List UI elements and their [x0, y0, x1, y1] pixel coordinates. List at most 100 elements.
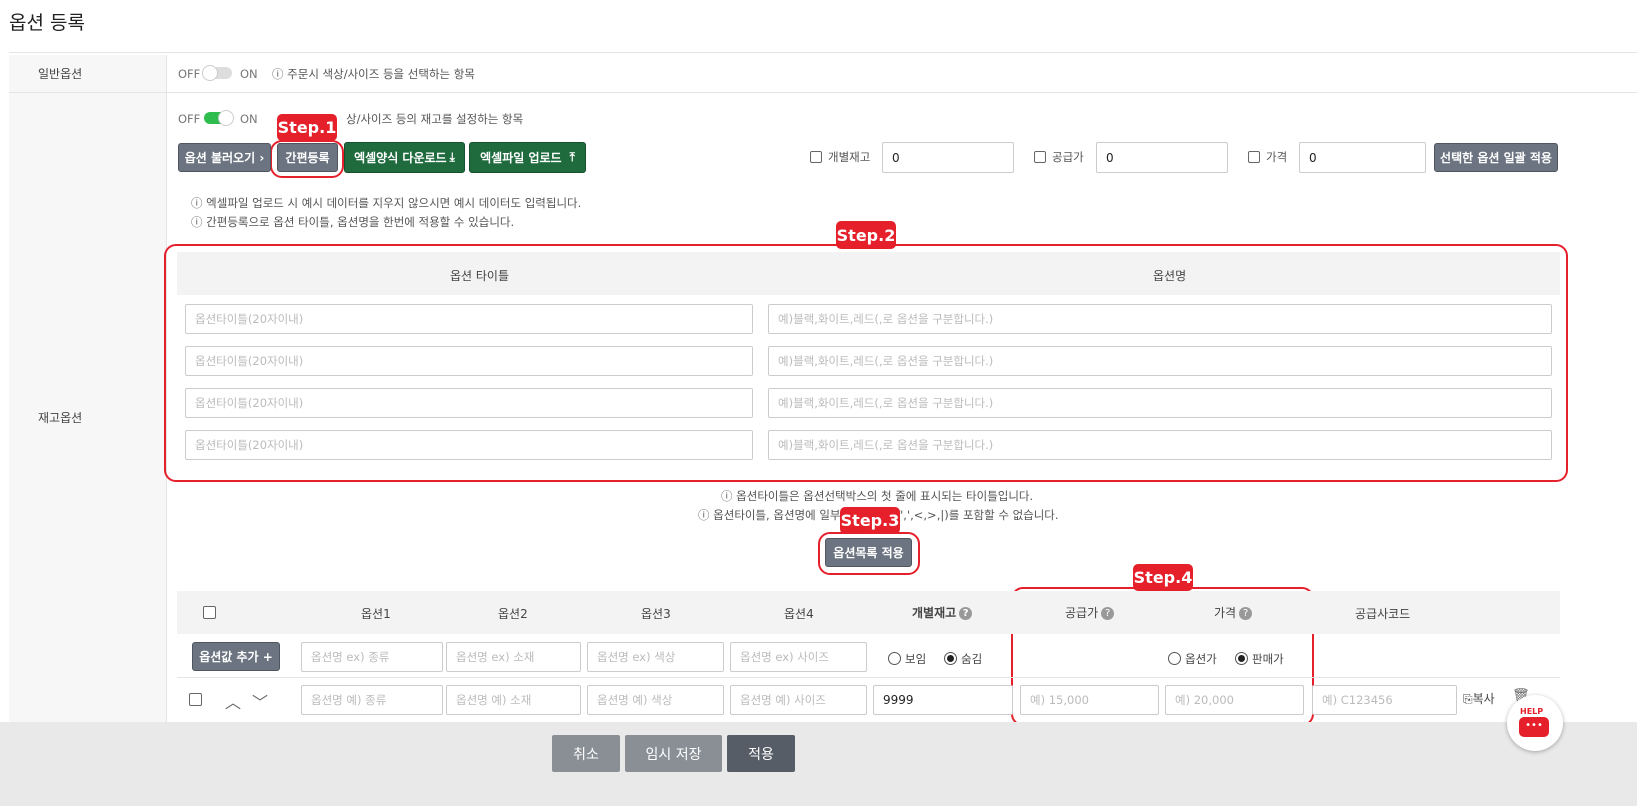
- col-option-title: 옵션 타이틀: [450, 269, 510, 283]
- help-icon[interactable]: ?: [1239, 607, 1253, 620]
- general-option-description: ⓘ 주문시 색상/사이즈 등을 선택하는 항목: [272, 67, 475, 81]
- stock-off-label: OFF: [178, 112, 201, 126]
- header-price-label: 가격: [1214, 606, 1237, 620]
- select-all-checkbox[interactable]: [203, 606, 216, 619]
- apply-option-list-button[interactable]: 옵션목록 적용: [825, 538, 912, 567]
- excel-download-button[interactable]: 엑셀양식 다운로드 ⤓: [344, 142, 465, 173]
- quick-register-button[interactable]: 간편등록: [277, 143, 338, 172]
- general-option-toggle[interactable]: [202, 65, 232, 81]
- general-on-label: ON: [240, 67, 258, 81]
- option-title-input[interactable]: 옵션타이틀(20자이내): [185, 430, 753, 460]
- stock-option-description: 상/사이즈 등의 재고를 설정하는 항목: [346, 112, 524, 126]
- page-title: 옵션 등록: [9, 12, 85, 34]
- row-option4-input[interactable]: 옵션명 예) 사이즈: [730, 685, 867, 715]
- toggle-knob: [218, 110, 234, 126]
- header-option2: 옵션2: [498, 607, 528, 621]
- help-icon[interactable]: ?: [1101, 607, 1115, 620]
- stock-show-radio[interactable]: [888, 652, 901, 665]
- row-supplier-code-input[interactable]: 예) C123456: [1312, 685, 1457, 715]
- divider: [9, 52, 1637, 53]
- sale-price-label: 판매가: [1252, 652, 1284, 666]
- option-name-input[interactable]: 예)블랙,화이트,레드(,로 옵션을 구분합니다.): [768, 388, 1552, 418]
- row-option2-input[interactable]: 옵션명 예) 소재: [446, 685, 581, 715]
- option-title-input[interactable]: 옵션타이틀(20자이내): [185, 346, 753, 376]
- help-button[interactable]: HELP •••: [1507, 695, 1563, 751]
- col-option-name: 옵션명: [1153, 269, 1187, 283]
- add-option-value-button[interactable]: 옵션값 추가 +: [192, 642, 280, 671]
- quick-table-header: [177, 252, 1560, 295]
- option3-name-input[interactable]: 옵션명 ex) 색상: [587, 642, 724, 672]
- label-column: [9, 55, 167, 755]
- header-supplier-code: 공급사코드: [1355, 607, 1411, 621]
- stock-option-toggle[interactable]: [204, 110, 234, 126]
- header-supply-price: 공급가?: [1065, 604, 1115, 621]
- step1-badge: Step.1: [277, 114, 337, 141]
- toggle-knob: [202, 65, 218, 81]
- header-individual-stock: 개별재고?: [912, 604, 973, 621]
- upload-icon: ⤒: [569, 150, 575, 164]
- price-checkbox[interactable]: [1248, 151, 1260, 163]
- option-title-input[interactable]: 옵션타이틀(20자이내): [185, 388, 753, 418]
- load-options-button[interactable]: 옵션 불러오기 ›: [178, 143, 271, 172]
- quick-note: ⓘ 간편등록으로 옵션 타이틀, 옵션명을 한번에 적용할 수 있습니다.: [191, 215, 515, 229]
- chat-icon: •••: [1519, 717, 1549, 737]
- special-char-note-left: ⓘ 옵션타이틀, 옵션명에 일부: [698, 508, 841, 522]
- footer-bar: [0, 722, 1637, 806]
- option1-name-input[interactable]: 옵션명 ex) 종류: [301, 642, 443, 672]
- header-individual-stock-label: 개별재고: [912, 606, 957, 620]
- row-supply-price-input[interactable]: 예) 15,000: [1020, 685, 1159, 715]
- row-option1-input[interactable]: 옵션명 예) 종류: [301, 685, 443, 715]
- help-icon[interactable]: ?: [959, 607, 973, 620]
- row-stock-input[interactable]: 9999: [873, 685, 1013, 715]
- stock-hide-radio[interactable]: [944, 652, 957, 665]
- header-price: 가격?: [1214, 604, 1253, 621]
- individual-stock-label: 개별재고: [828, 150, 871, 164]
- copy-label: 복사: [1472, 692, 1495, 706]
- apply-bulk-button[interactable]: 선택한 옵션 일괄 적용: [1434, 143, 1558, 172]
- price-label: 가격: [1266, 150, 1288, 164]
- title-note: ⓘ 옵션타이틀은 옵션선택박스의 첫 줄에 표시되는 타이틀입니다.: [721, 489, 1034, 503]
- excel-upload-button[interactable]: 엑셀파일 업로드 ⤒: [469, 142, 586, 173]
- stock-on-label: ON: [240, 112, 258, 126]
- individual-stock-checkbox[interactable]: [810, 151, 822, 163]
- step3-badge: Step.3: [840, 507, 900, 534]
- move-down-icon[interactable]: ﹀: [252, 689, 268, 713]
- header-supply-price-label: 공급가: [1065, 606, 1099, 620]
- option4-name-input[interactable]: 옵션명 ex) 사이즈: [730, 642, 867, 672]
- special-char-note-right: ",',<,>,|)를 포함할 수 없습니다.: [898, 508, 1059, 522]
- row-checkbox[interactable]: [189, 693, 202, 706]
- row-option3-input[interactable]: 옵션명 예) 색상: [587, 685, 724, 715]
- copy-icon: ⎘: [1463, 692, 1473, 706]
- option-price-radio[interactable]: [1168, 652, 1181, 665]
- option2-name-input[interactable]: 옵션명 ex) 소재: [446, 642, 581, 672]
- header-option3: 옵션3: [641, 607, 671, 621]
- option-name-input[interactable]: 예)블랙,화이트,레드(,로 옵션을 구분합니다.): [768, 430, 1552, 460]
- option-price-label: 옵션가: [1185, 652, 1217, 666]
- option-name-input[interactable]: 예)블랙,화이트,레드(,로 옵션을 구분합니다.): [768, 304, 1552, 334]
- price-input[interactable]: 0: [1299, 142, 1426, 173]
- temp-save-button[interactable]: 임시 저장: [625, 735, 722, 772]
- divider: [177, 677, 1560, 678]
- general-option-label: 일반옵션: [38, 67, 83, 81]
- sale-price-radio[interactable]: [1235, 652, 1248, 665]
- supply-price-input[interactable]: 0: [1096, 142, 1228, 173]
- help-label: HELP: [1520, 707, 1544, 716]
- cancel-button[interactable]: 취소: [552, 735, 620, 772]
- copy-button[interactable]: ⎘복사: [1463, 690, 1495, 707]
- step2-badge: Step.2: [836, 221, 896, 249]
- supply-price-checkbox[interactable]: [1034, 151, 1046, 163]
- excel-download-label: 엑셀양식 다운로드: [354, 151, 447, 165]
- individual-stock-input[interactable]: 0: [882, 142, 1014, 173]
- general-off-label: OFF: [178, 67, 201, 81]
- option-name-input[interactable]: 예)블랙,화이트,레드(,로 옵션을 구분합니다.): [768, 346, 1552, 376]
- stock-option-label: 재고옵션: [38, 411, 83, 425]
- option-title-input[interactable]: 옵션타이틀(20자이내): [185, 304, 753, 334]
- download-icon: ⤓: [449, 150, 455, 164]
- apply-button[interactable]: 적용: [727, 735, 795, 772]
- stock-show-label: 보임: [905, 652, 927, 666]
- stock-hide-label: 숨김: [961, 652, 983, 666]
- move-up-icon[interactable]: ︿: [225, 689, 241, 713]
- supply-price-label: 공급가: [1052, 150, 1084, 164]
- row-price-input[interactable]: 예) 20,000: [1165, 685, 1304, 715]
- divider: [9, 92, 1637, 93]
